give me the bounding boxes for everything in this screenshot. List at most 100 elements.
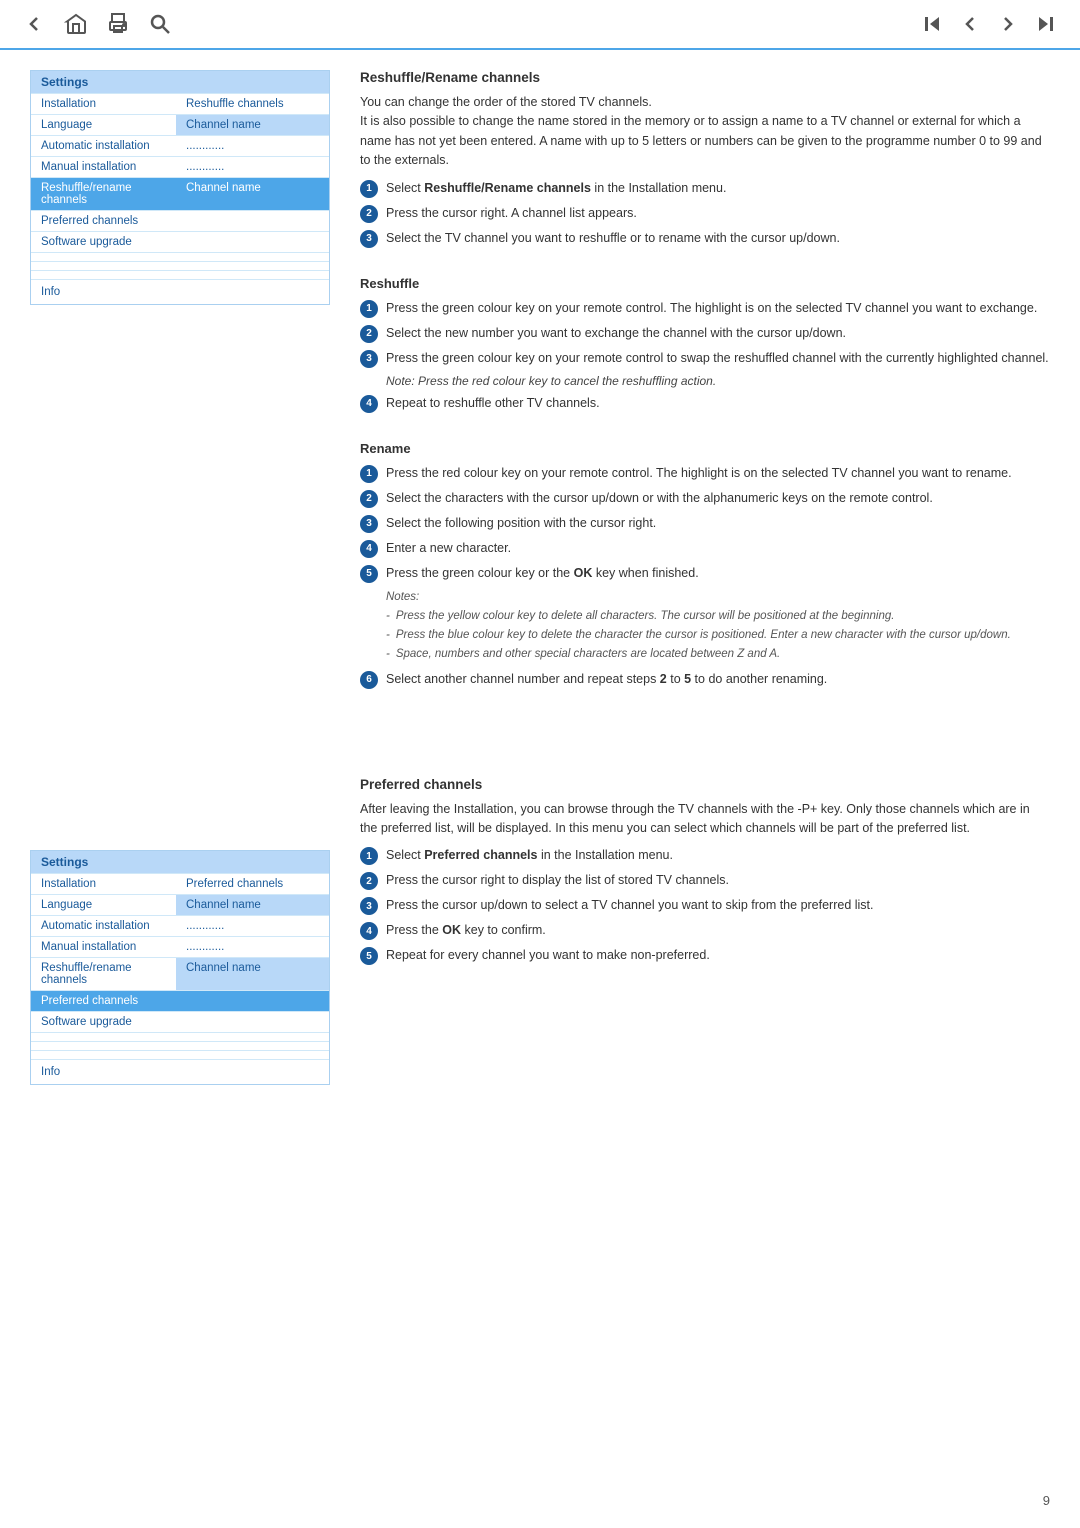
menu-cell: Language — [31, 895, 176, 915]
reshuffle-steps-cont: 4 Repeat to reshuffle other TV channels. — [360, 394, 1050, 413]
menu-row: Software upgrade — [31, 1011, 329, 1032]
note-line: - Press the yellow colour key to delete … — [386, 608, 1050, 625]
menu-row-active: Reshuffle/rename channels Channel name — [31, 177, 329, 210]
menu-cell — [176, 1012, 329, 1032]
reshuffle-rename-section: Reshuffle/Rename channels You can change… — [360, 70, 1050, 248]
back-icon[interactable] — [20, 10, 48, 38]
rename-notes: Notes: - Press the yellow colour key to … — [386, 589, 1050, 664]
menu-cell — [31, 262, 176, 270]
menu-cell: Channel name — [176, 178, 329, 210]
section2-title: Preferred channels — [360, 777, 1050, 792]
menu-row: Reshuffle/rename channels Channel name — [31, 957, 329, 990]
spacer — [360, 717, 1050, 777]
toolbar-left — [20, 10, 174, 38]
menu-cell — [176, 232, 329, 252]
menu-cell: Installation — [31, 874, 176, 894]
menu-row: Language Channel name — [31, 114, 329, 135]
menu-cell — [176, 253, 329, 261]
menu-row — [31, 261, 329, 270]
menu-row — [31, 270, 329, 279]
menu-cell — [176, 211, 329, 231]
step-item: 3 Press the cursor up/down to select a T… — [360, 896, 1050, 915]
menu-row — [31, 1041, 329, 1050]
menu-cell: Reshuffle channels — [176, 94, 329, 114]
menu-cell: Reshuffle/rename channels — [31, 178, 176, 210]
main-content: Settings Installation Reshuffle channels… — [0, 50, 1080, 1013]
menu-cell: Preferred channels — [31, 211, 176, 231]
step-item: 3 Select the TV channel you want to resh… — [360, 229, 1050, 248]
reshuffle-title: Reshuffle — [360, 276, 1050, 291]
menu-row: Language Channel name — [31, 894, 329, 915]
menu-cell — [31, 1033, 176, 1041]
step-item: 2 Select the characters with the cursor … — [360, 489, 1050, 508]
rename-steps-cont: 6 Select another channel number and repe… — [360, 670, 1050, 689]
step-item: 6 Select another channel number and repe… — [360, 670, 1050, 689]
step-item: 2 Press the cursor right. A channel list… — [360, 204, 1050, 223]
menu-cell: Preferred channels — [176, 874, 329, 894]
reshuffle-note: Note: Press the red colour key to cancel… — [386, 374, 1050, 388]
toolbar — [0, 0, 1080, 50]
panel2-info: Info — [31, 1059, 329, 1084]
menu-cell: ............ — [176, 136, 329, 156]
step-item: 1 Select Preferred channels in the Insta… — [360, 846, 1050, 865]
menu-cell — [176, 271, 329, 279]
step-item: 2 Press the cursor right to display the … — [360, 871, 1050, 890]
menu-cell: Manual installation — [31, 157, 176, 177]
rename-steps: 1 Press the red colour key on your remot… — [360, 464, 1050, 583]
search-icon[interactable] — [146, 10, 174, 38]
menu-cell — [31, 253, 176, 261]
rename-title: Rename — [360, 441, 1050, 456]
menu-cell: Automatic installation — [31, 136, 176, 156]
page-number: 9 — [1043, 1493, 1050, 1508]
section1-intro: You can change the order of the stored T… — [360, 93, 1050, 171]
menu-row: Installation Reshuffle channels — [31, 93, 329, 114]
menu-row-active-2: Preferred channels — [31, 990, 329, 1011]
menu-row — [31, 252, 329, 261]
menu-cell: Software upgrade — [31, 1012, 176, 1032]
menu-row — [31, 1050, 329, 1059]
panel1-info: Info — [31, 279, 329, 304]
menu-cell: ............ — [176, 916, 329, 936]
menu-cell — [31, 271, 176, 279]
step-item: 5 Press the green colour key or the OK k… — [360, 564, 1050, 583]
menu-cell: Channel name — [176, 895, 329, 915]
settings-panel-2: Settings Installation Preferred channels… — [30, 850, 330, 1085]
step-item: 4 Press the OK key to confirm. — [360, 921, 1050, 940]
menu-cell — [176, 1042, 329, 1050]
step-item: 2 Select the new number you want to exch… — [360, 324, 1050, 343]
skip-back-icon[interactable] — [918, 10, 946, 38]
note-line: - Space, numbers and other special chara… — [386, 646, 1050, 663]
section2-intro: After leaving the Installation, you can … — [360, 800, 1050, 839]
step-item: 4 Repeat to reshuffle other TV channels. — [360, 394, 1050, 413]
print-icon[interactable] — [104, 10, 132, 38]
panel1-header: Settings — [31, 71, 329, 93]
step-item: 1 Press the green colour key on your rem… — [360, 299, 1050, 318]
menu-row: Manual installation ............ — [31, 936, 329, 957]
menu-cell: Manual installation — [31, 937, 176, 957]
panel2-header: Settings — [31, 851, 329, 873]
reshuffle-section: Reshuffle 1 Press the green colour key o… — [360, 276, 1050, 413]
menu-cell: Channel name — [176, 115, 329, 135]
preferred-channels-section: Preferred channels After leaving the Ins… — [360, 777, 1050, 966]
right-content: Reshuffle/Rename channels You can change… — [360, 70, 1050, 993]
menu-cell — [31, 1051, 176, 1059]
menu-row — [31, 1032, 329, 1041]
step-item: 1 Select Reshuffle/Rename channels in th… — [360, 179, 1050, 198]
section1-title: Reshuffle/Rename channels — [360, 70, 1050, 85]
menu-cell: ............ — [176, 157, 329, 177]
menu-row: Preferred channels — [31, 210, 329, 231]
home-icon[interactable] — [62, 10, 90, 38]
next-icon[interactable] — [994, 10, 1022, 38]
skip-forward-icon[interactable] — [1032, 10, 1060, 38]
menu-cell: Preferred channels — [31, 991, 176, 1011]
step-item: 1 Press the red colour key on your remot… — [360, 464, 1050, 483]
prev-icon[interactable] — [956, 10, 984, 38]
step-item: 4 Enter a new character. — [360, 539, 1050, 558]
menu-cell: Automatic installation — [31, 916, 176, 936]
settings-panel-1: Settings Installation Reshuffle channels… — [30, 70, 330, 305]
reshuffle-steps: 1 Press the green colour key on your rem… — [360, 299, 1050, 368]
rename-section: Rename 1 Press the red colour key on you… — [360, 441, 1050, 689]
menu-cell — [176, 1051, 329, 1059]
menu-cell — [176, 1033, 329, 1041]
menu-row: Manual installation ............ — [31, 156, 329, 177]
